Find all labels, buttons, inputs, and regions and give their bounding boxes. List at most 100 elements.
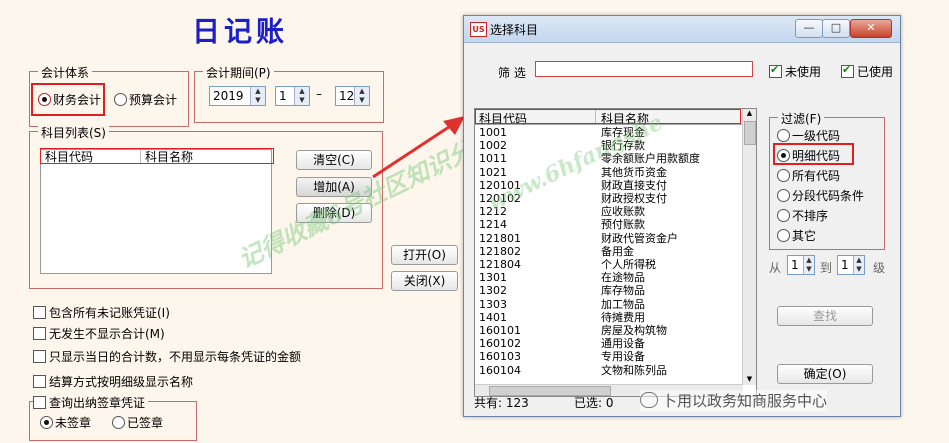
close-button[interactable]: 关闭(X) — [391, 271, 458, 291]
checkbox-box[interactable] — [33, 375, 46, 388]
search-button[interactable]: 查找 — [777, 306, 873, 326]
row-name: 其他货币资金 — [601, 165, 667, 179]
filter-input[interactable] — [535, 61, 753, 77]
radio-unsigned-dot[interactable] — [40, 416, 53, 429]
used-checkbox[interactable]: 已使用 — [841, 63, 893, 80]
highlight-table-header — [475, 109, 741, 124]
checkbox-daily-total-only[interactable]: 只显示当日的合计数，不用显示每条凭证的金额 — [33, 348, 301, 365]
app-logo-icon: US — [470, 22, 487, 37]
to-month-spin-arrows[interactable]: ▲ ▼ — [354, 87, 369, 105]
radio-label: 不排序 — [792, 209, 829, 223]
unused-checkbox[interactable]: 未使用 — [769, 63, 821, 80]
table-row[interactable]: 1303 加工物品 — [475, 298, 745, 311]
checkbox-box[interactable] — [769, 63, 782, 78]
range-from-spinner[interactable]: 1 ▲ ▼ — [787, 255, 815, 275]
radio-signed[interactable]: 已签章 — [112, 414, 163, 431]
row-name: 备用金 — [601, 244, 634, 258]
radio-unsigned[interactable]: 未签章 — [40, 414, 91, 431]
unused-label: 未使用 — [785, 65, 822, 79]
filter-segment[interactable]: 分段代码条件 — [777, 187, 864, 204]
checkbox-box[interactable] — [33, 350, 46, 363]
row-code: 1401 — [479, 310, 507, 324]
period-separator: – — [316, 87, 322, 101]
row-code: 121802 — [479, 244, 521, 258]
row-name: 应收账款 — [601, 205, 645, 219]
to-month-spinner[interactable]: 12 ▲ ▼ — [335, 86, 370, 106]
filter-all[interactable]: 所有代码 — [777, 167, 840, 184]
radio-budget[interactable]: 预算会计 — [114, 91, 177, 108]
checkbox-box[interactable] — [33, 396, 46, 409]
from-month-spinner[interactable]: 1 ▲ ▼ — [275, 86, 310, 106]
radio-dot[interactable] — [777, 169, 790, 182]
range-from-value: 1 — [791, 258, 799, 272]
year-spin-arrows[interactable]: ▲ ▼ — [250, 87, 265, 105]
minimize-icon[interactable]: — — [795, 19, 823, 38]
close-icon[interactable]: ✕ — [850, 19, 892, 38]
page-title: 日记账 — [192, 15, 289, 48]
row-name: 房屋及构筑物 — [601, 324, 667, 337]
filter-other[interactable]: 其它 — [777, 227, 816, 244]
row-name: 专用设备 — [601, 350, 645, 364]
radio-dot[interactable] — [777, 189, 790, 202]
vertical-scrollbar[interactable]: ▲ ▼ — [742, 109, 756, 385]
ok-button[interactable]: 确定(O) — [777, 364, 873, 384]
filter-no-sort[interactable]: 不排序 — [777, 207, 828, 224]
row-code: 1011 — [479, 152, 507, 166]
checkbox-cashier-sign[interactable]: 查询出纳签章凭证 — [33, 394, 149, 411]
from-month-spin-arrows[interactable]: ▲ ▼ — [294, 87, 309, 105]
table-row[interactable]: 121801 财政代管资金户 — [475, 232, 745, 245]
table-row[interactable]: 1301 在途物品 — [475, 271, 745, 284]
checkbox-label: 只显示当日的合计数，不用显示每条凭证的金额 — [49, 350, 302, 364]
checkbox-hide-no-activity[interactable]: 无发生不显示合计(M) — [33, 325, 165, 342]
checkbox-box[interactable] — [33, 306, 46, 319]
checkbox-box[interactable] — [841, 63, 854, 78]
checkbox-label: 查询出纳签章凭证 — [49, 396, 146, 410]
table-row[interactable]: 1401 待摊费用 — [475, 311, 745, 324]
radio-dot[interactable] — [777, 229, 790, 242]
table-row[interactable]: 121804 个人所得税 — [475, 258, 745, 271]
open-button[interactable]: 打开(O) — [391, 245, 458, 265]
filter-first-level[interactable]: 一级代码 — [777, 127, 840, 144]
row-code: 1214 — [479, 218, 507, 232]
year-spinner[interactable]: 2019 ▲ ▼ — [209, 86, 266, 106]
table-row[interactable]: 1302 库存物品 — [475, 284, 745, 297]
table-row[interactable]: 160104 文物和陈列品 — [475, 364, 745, 377]
row-code: 1021 — [479, 165, 507, 179]
row-code: 121804 — [479, 258, 521, 271]
dialog-titlebar[interactable]: US 选择科目 — □ ✕ — [464, 16, 900, 43]
radio-unsigned-label: 未签章 — [55, 416, 92, 430]
row-name: 在途物品 — [601, 271, 645, 285]
scroll-thumb[interactable] — [744, 121, 756, 145]
accounting-system-legend: 会计体系 — [38, 64, 93, 81]
checkbox-settlement-detail[interactable]: 结算方式按明细级显示名称 — [33, 373, 193, 390]
radio-budget-label: 预算会计 — [129, 93, 178, 107]
radio-budget-dot[interactable] — [114, 93, 127, 106]
radio-label: 其它 — [792, 229, 817, 243]
table-row[interactable]: 121802 备用金 — [475, 245, 745, 258]
row-code: 1301 — [479, 271, 507, 285]
status-total: 共有: 123 — [474, 396, 529, 410]
radio-signed-dot[interactable] — [112, 416, 125, 429]
scroll-down-icon[interactable]: ▼ — [744, 375, 755, 385]
checkbox-box[interactable] — [33, 327, 46, 340]
range-to-arrows[interactable]: ▲ ▼ — [853, 256, 864, 274]
range-from-arrows[interactable]: ▲ ▼ — [803, 256, 814, 274]
subject-list-legend: 科目列表(S) — [38, 124, 109, 141]
table-row[interactable]: 160101 房屋及构筑物 — [475, 324, 745, 337]
row-name: 财政授权支付 — [601, 192, 667, 205]
clear-button[interactable]: 清空(C) — [296, 150, 372, 170]
radio-label: 分段代码条件 — [792, 189, 865, 203]
table-row[interactable]: 160102 通用设备 — [475, 337, 745, 350]
from-month-value: 1 — [279, 89, 287, 103]
period-legend: 会计期间(P) — [203, 64, 274, 81]
maximize-icon[interactable]: □ — [822, 19, 850, 38]
radio-dot[interactable] — [777, 209, 790, 222]
row-code: 160103 — [479, 350, 521, 364]
checkbox-include-unposted[interactable]: 包含所有未记账凭证(I) — [33, 304, 170, 321]
scroll-up-icon[interactable]: ▲ — [744, 109, 755, 119]
table-row[interactable]: 1214 预付账款 — [475, 218, 745, 231]
radio-dot[interactable] — [777, 129, 790, 142]
table-row[interactable]: 1212 应收账款 — [475, 205, 745, 218]
table-row[interactable]: 160103 专用设备 — [475, 350, 745, 363]
range-to-spinner[interactable]: 1 ▲ ▼ — [837, 255, 865, 275]
